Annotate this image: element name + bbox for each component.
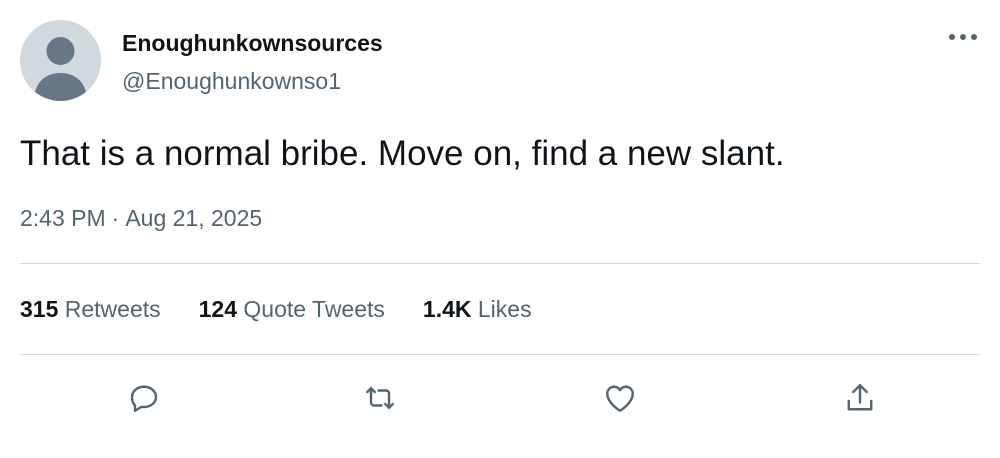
retweets-label: Retweets	[64, 296, 161, 322]
tweet-date: Aug 21, 2025	[125, 205, 263, 231]
more-options-button[interactable]	[942, 22, 984, 52]
likes-stat[interactable]: 1.4K Likes	[423, 296, 532, 323]
author-handle[interactable]: @Enoughunkownso1	[122, 68, 341, 95]
reply-button[interactable]	[124, 378, 164, 418]
quote-tweets-label: Quote Tweets	[243, 296, 385, 322]
tweet-text: That is a normal bribe. Move on, find a …	[20, 134, 785, 173]
tweet-timestamp[interactable]: 2:43 PM · Aug 21, 2025	[20, 205, 262, 232]
retweet-icon	[366, 387, 394, 409]
divider	[20, 354, 980, 355]
likes-label: Likes	[477, 296, 532, 322]
retweets-stat[interactable]: 315 Retweets	[20, 296, 161, 323]
engagement-stats: 315 Retweets 124 Quote Tweets 1.4K Likes	[20, 296, 570, 323]
like-button[interactable]	[600, 378, 640, 418]
likes-count: 1.4K	[422, 296, 472, 322]
share-icon	[847, 384, 873, 411]
avatar[interactable]	[20, 20, 101, 101]
more-options-icon	[949, 34, 977, 40]
retweets-count: 315	[20, 296, 59, 322]
author-display-name[interactable]: Enoughunkownsources	[122, 30, 383, 57]
quote-tweets-count: 124	[198, 296, 238, 322]
divider	[20, 263, 980, 264]
retweet-button[interactable]	[360, 378, 400, 418]
tweet-detail: Enoughunkownsources @Enoughunkownso1 Tha…	[0, 0, 1000, 458]
tweet-time: 2:43 PM	[20, 205, 106, 231]
share-button[interactable]	[840, 378, 880, 418]
reply-icon	[130, 385, 158, 412]
meta-separator: ·	[111, 205, 120, 231]
default-avatar-icon	[20, 20, 101, 101]
like-icon	[606, 385, 634, 412]
quote-tweets-stat[interactable]: 124 Quote Tweets	[199, 296, 385, 323]
